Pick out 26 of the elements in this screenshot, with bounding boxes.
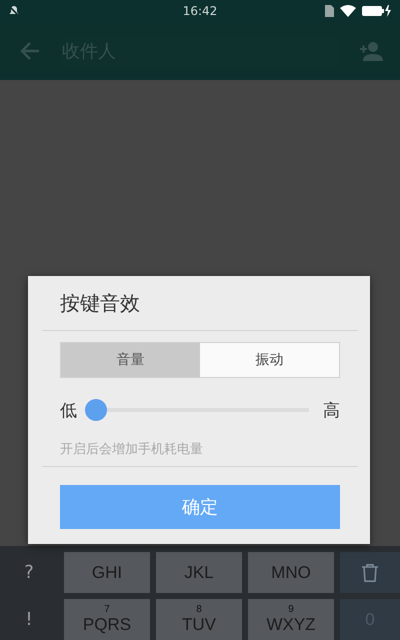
symbol-key[interactable]: ! xyxy=(0,599,58,640)
slider-thumb[interactable] xyxy=(85,399,107,421)
letter-key[interactable]: JKL xyxy=(156,552,242,593)
notification-off-icon xyxy=(8,5,20,17)
high-label: 高 xyxy=(323,400,340,422)
back-arrow-icon[interactable] xyxy=(20,42,40,60)
letter-key[interactable]: 9 WXYZ xyxy=(248,599,334,640)
letter-key[interactable]: 8 TUV xyxy=(156,599,242,640)
add-contact-icon[interactable] xyxy=(358,41,384,61)
letter-key[interactable]: 7 PQRS xyxy=(64,599,150,640)
letter-key[interactable]: MNO xyxy=(248,552,334,593)
tab[interactable]: 振动 xyxy=(200,343,339,377)
confirm-button[interactable]: 确定 xyxy=(60,485,340,529)
dialog-title: 按键音效 xyxy=(60,290,141,317)
hint-text: 开启后会增加手机耗电量 xyxy=(60,441,204,458)
wifi-icon xyxy=(340,5,356,17)
clock: 16:42 xyxy=(182,4,218,18)
trash-icon xyxy=(362,564,378,582)
sim-icon xyxy=(325,5,334,17)
letter-key[interactable]: GHI xyxy=(64,552,150,593)
volume-slider[interactable] xyxy=(85,399,309,421)
battery-icon xyxy=(362,5,392,17)
delete-key[interactable] xyxy=(340,552,400,593)
low-label: 低 xyxy=(60,400,77,422)
tab[interactable]: 音量 xyxy=(61,343,200,377)
symbol-key[interactable]: ? xyxy=(0,552,58,593)
